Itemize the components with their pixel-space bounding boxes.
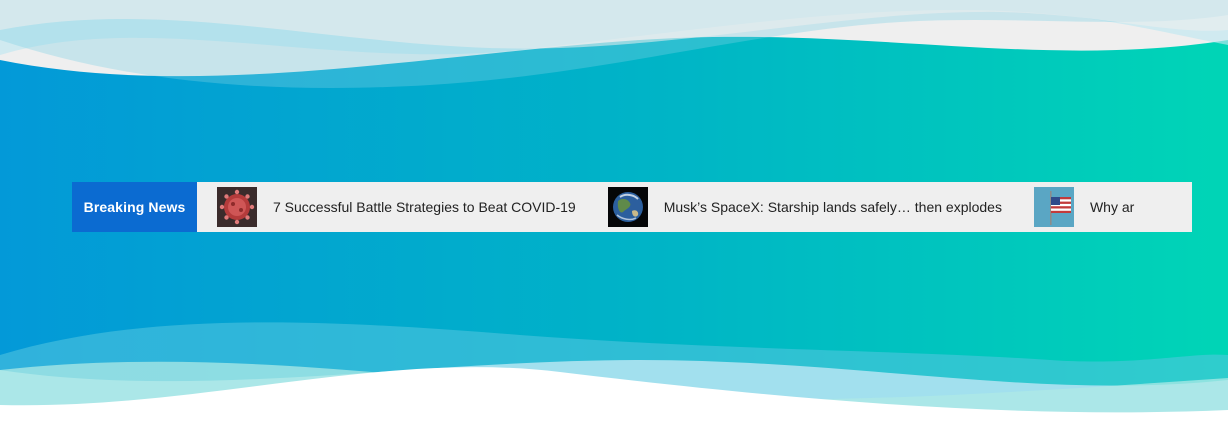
page: Breaking News 7 Successful Battle Strate… xyxy=(0,0,1228,424)
breaking-news-ticker: Breaking News 7 Successful Battle Strate… xyxy=(72,182,1192,232)
ticker-label: Breaking News xyxy=(72,182,197,232)
ticker-track: 7 Successful Battle Strategies to Beat C… xyxy=(197,182,1192,232)
ticker-item-text[interactable]: Why ar xyxy=(1090,199,1134,215)
ticker-item-text[interactable]: 7 Successful Battle Strategies to Beat C… xyxy=(273,199,576,215)
ticker-item[interactable]: Musk’s SpaceX: Starship lands safely… th… xyxy=(607,187,1002,227)
ticker-item[interactable]: Why ar xyxy=(1033,187,1134,227)
virus-icon xyxy=(217,187,257,227)
ticker-item-text[interactable]: Musk’s SpaceX: Starship lands safely… th… xyxy=(664,199,1002,215)
flag-icon xyxy=(1033,187,1074,227)
ticker-item[interactable]: 7 Successful Battle Strategies to Beat C… xyxy=(217,187,576,227)
earth-icon xyxy=(607,187,648,227)
